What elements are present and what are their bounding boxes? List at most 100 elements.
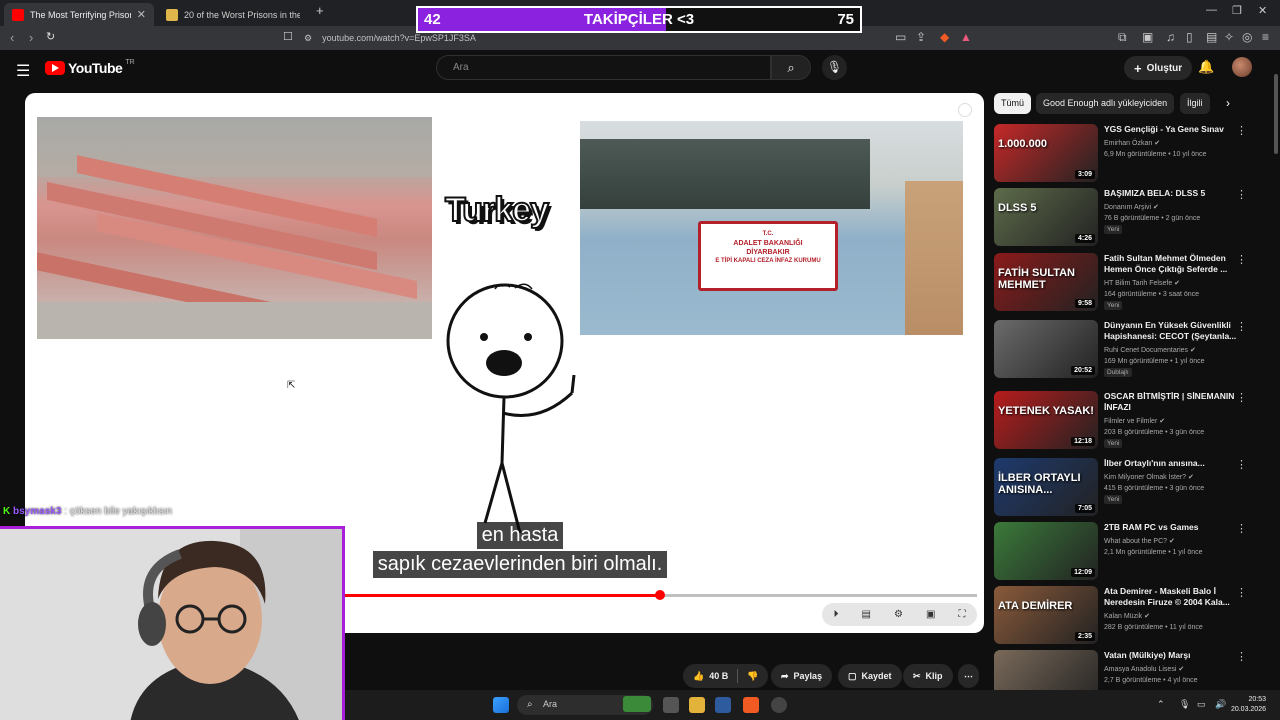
extension-icon[interactable]: ⧉ (1118, 30, 1127, 45)
site-info-icon[interactable]: ⚙ (304, 33, 312, 44)
recommendation-title[interactable]: OSCAR BİTMİŞTİR | SİNEMANIN İNFAZI (1104, 391, 1254, 413)
browser-menu-icon[interactable]: ≡ (1262, 30, 1269, 44)
more-vert-icon[interactable]: ⋮ (1236, 650, 1247, 663)
more-vert-icon[interactable]: ⋮ (1236, 522, 1247, 535)
obs-icon[interactable] (771, 697, 787, 713)
tray-chevron-icon[interactable]: ⌃ (1157, 699, 1165, 710)
recommendation-thumbnail[interactable]: ATA DEMİRER 2:35 (994, 586, 1098, 644)
recommendation-thumbnail[interactable]: İLBER ORTAYLI ANISINA... 7:05 (994, 458, 1098, 516)
wallet-icon[interactable]: ▣ (1142, 30, 1153, 44)
dislike-icon[interactable]: 👎 (747, 671, 758, 682)
recommendation-item[interactable]: ATA DEMİRER 2:35 Ata Demirer - Maskeli Bal… (994, 586, 1270, 648)
search-input[interactable]: Ara (436, 55, 771, 80)
close-window-button[interactable]: ✕ (1258, 4, 1267, 17)
recommendation-channel[interactable]: What about the PC? ✔ (1104, 537, 1175, 546)
recommendation-item[interactable]: 20:52 Dünyanın En Yüksek Güvenlikli Hapis… (994, 320, 1270, 382)
recommendation-thumbnail[interactable]: 1.000.000 3:09 (994, 124, 1098, 182)
recommendation-title[interactable]: İlber Ortaylı'nın anısına... (1104, 458, 1254, 469)
progress-bar[interactable] (343, 590, 977, 600)
create-button[interactable]: + Oluştur (1124, 56, 1193, 80)
maximize-button[interactable]: ❐ (1232, 4, 1242, 17)
recommendation-item[interactable]: 1.000.000 3:09 YGS Gençliği - Ya Gene Sına… (994, 124, 1270, 186)
autoplay-toggle-icon[interactable]: ⏵ (834, 609, 839, 620)
hamburger-icon[interactable]: ☰ (16, 61, 30, 81)
chip-all[interactable]: Tümü (994, 93, 1032, 114)
recommendation-title[interactable]: 2TB RAM PC vs Games (1104, 522, 1254, 533)
recommendation-channel[interactable]: Kim Milyoner Olmak İster? ✔ (1104, 473, 1194, 482)
widget-icon[interactable] (623, 696, 651, 712)
recommendation-channel[interactable]: Amasya Anadolu Lisesi ✔ (1104, 665, 1184, 674)
close-tab-icon[interactable]: ✕ (137, 8, 146, 21)
recommendation-title[interactable]: Fatih Sultan Mehmet Ölmeden Hemen Önce Ç… (1104, 253, 1254, 275)
wallet2-icon[interactable]: ▤ (1206, 30, 1217, 44)
clip-button[interactable]: ✂ Klip (903, 664, 953, 688)
back-icon[interactable]: ‹ (10, 30, 14, 45)
recommendation-thumbnail[interactable]: 20:52 (994, 320, 1098, 378)
more-vert-icon[interactable]: ⋮ (1236, 391, 1247, 404)
save-button[interactable]: ▢ Kaydet (838, 664, 902, 688)
brave-browser-icon[interactable] (743, 697, 759, 713)
like-icon[interactable]: 👍 (693, 671, 704, 682)
bell-icon[interactable]: 🔔 (1198, 59, 1214, 75)
windows-start-icon[interactable] (493, 697, 509, 713)
youtube-logo[interactable]: YouTube TR (45, 59, 135, 76)
share-page-icon[interactable]: ⇪ (916, 30, 926, 44)
recommendation-title[interactable]: YGS Gençliği - Ya Gene Sınav (1104, 124, 1254, 135)
cast-icon[interactable]: ▭ (895, 30, 906, 44)
forward-icon[interactable]: › (29, 30, 33, 45)
sidebar-icon[interactable]: ▯ (1186, 30, 1193, 44)
settings-gear-icon[interactable]: ⚙ (894, 609, 903, 620)
recommendation-item[interactable]: FATİH SULTAN MEHMET 9:58 Fatih Sultan Mehm… (994, 253, 1270, 315)
browser-tab[interactable]: 20 of the Worst Prisons in the World (158, 3, 308, 26)
recommendation-thumbnail[interactable]: YETENEK YASAK! 12:18 (994, 391, 1098, 449)
recommendation-channel[interactable]: Filmler ve Filmler ✔ (1104, 417, 1165, 426)
recommendation-thumbnail[interactable]: DLSS 5 4:26 (994, 188, 1098, 246)
recommendation-item[interactable]: DLSS 5 4:26 BAŞIMIZA BELA: DLSS 5 Donanım A… (994, 188, 1270, 250)
recommendation-title[interactable]: BAŞIMIZA BELA: DLSS 5 (1104, 188, 1254, 199)
music-icon[interactable]: ♫ (1166, 30, 1175, 44)
channel-watermark-icon[interactable] (958, 103, 972, 117)
page-scrollbar[interactable] (1274, 54, 1280, 690)
vpn-icon[interactable]: ◎ (1242, 30, 1252, 44)
subtitles-icon[interactable]: ▤ (862, 609, 871, 620)
recommendation-item[interactable]: YETENEK YASAK! 12:18 OSCAR BİTMİŞTİR | SİN… (994, 391, 1270, 453)
network-icon[interactable]: ▭ (1197, 699, 1206, 710)
browser-tab-active[interactable]: The Most Terrifying Prisons o ✕ (4, 3, 154, 26)
recommendation-channel[interactable]: Donanım Arşivi ✔ (1104, 203, 1159, 212)
more-vert-icon[interactable]: ⋮ (1236, 188, 1247, 201)
share-button[interactable]: ➦ Paylaş (771, 664, 833, 688)
recommendation-thumbnail[interactable]: 12:09 (994, 522, 1098, 580)
recommendation-channel[interactable]: Emirhan Özkan ✔ (1104, 139, 1160, 148)
recommendation-channel[interactable]: Kalan Müzik ✔ (1104, 612, 1150, 621)
minimize-button[interactable]: — (1206, 4, 1217, 16)
brave-shield-icon[interactable]: ◆ (940, 30, 949, 44)
avatar[interactable] (1232, 57, 1252, 77)
progress-scrubber[interactable] (655, 590, 665, 600)
search-button[interactable]: ⌕ (771, 55, 811, 80)
reload-icon[interactable]: ↻ (46, 30, 55, 43)
more-vert-icon[interactable]: ⋮ (1236, 124, 1247, 137)
chip-uploader[interactable]: Good Enough adlı yükleyiciden (1036, 93, 1175, 114)
file-explorer-icon[interactable] (689, 697, 705, 713)
recommendation-item[interactable]: 12:09 2TB RAM PC vs Games What about the P… (994, 522, 1270, 584)
more-vert-icon[interactable]: ⋮ (1236, 458, 1247, 471)
task-view-icon[interactable] (663, 697, 679, 713)
recommendation-channel[interactable]: Ruhi Cenet Documentaries ✔ (1104, 346, 1196, 355)
miniplayer-icon[interactable]: ▣ (926, 609, 935, 620)
recommendation-title[interactable]: Dünyanın En Yüksek Güvenlikli Hapishanes… (1104, 320, 1254, 342)
app-icon[interactable] (715, 697, 731, 713)
chevron-right-icon[interactable]: › (1226, 96, 1230, 110)
taskbar-clock[interactable]: 20:53 20.03.2026 (1231, 695, 1266, 715)
recommendation-item[interactable]: İLBER ORTAYLI ANISINA... 7:05 İlber Ortayl… (994, 458, 1270, 520)
bookmark-icon[interactable]: ☐ (283, 30, 293, 43)
volume-icon[interactable]: 🔊 (1215, 699, 1226, 710)
ai-icon[interactable]: ✧ (1224, 30, 1234, 44)
chip-related[interactable]: İlgili (1180, 93, 1210, 114)
more-vert-icon[interactable]: ⋮ (1236, 586, 1247, 599)
recommendation-thumbnail[interactable]: FATİH SULTAN MEHMET 9:58 (994, 253, 1098, 311)
new-tab-button[interactable]: + (316, 3, 324, 18)
more-vert-icon[interactable]: ⋮ (1236, 253, 1247, 266)
fullscreen-icon[interactable]: ⛶ (958, 609, 965, 620)
recommendation-title[interactable]: Vatan (Mülkiye) Marşı (1104, 650, 1254, 661)
like-count[interactable]: 40 B (709, 671, 728, 681)
